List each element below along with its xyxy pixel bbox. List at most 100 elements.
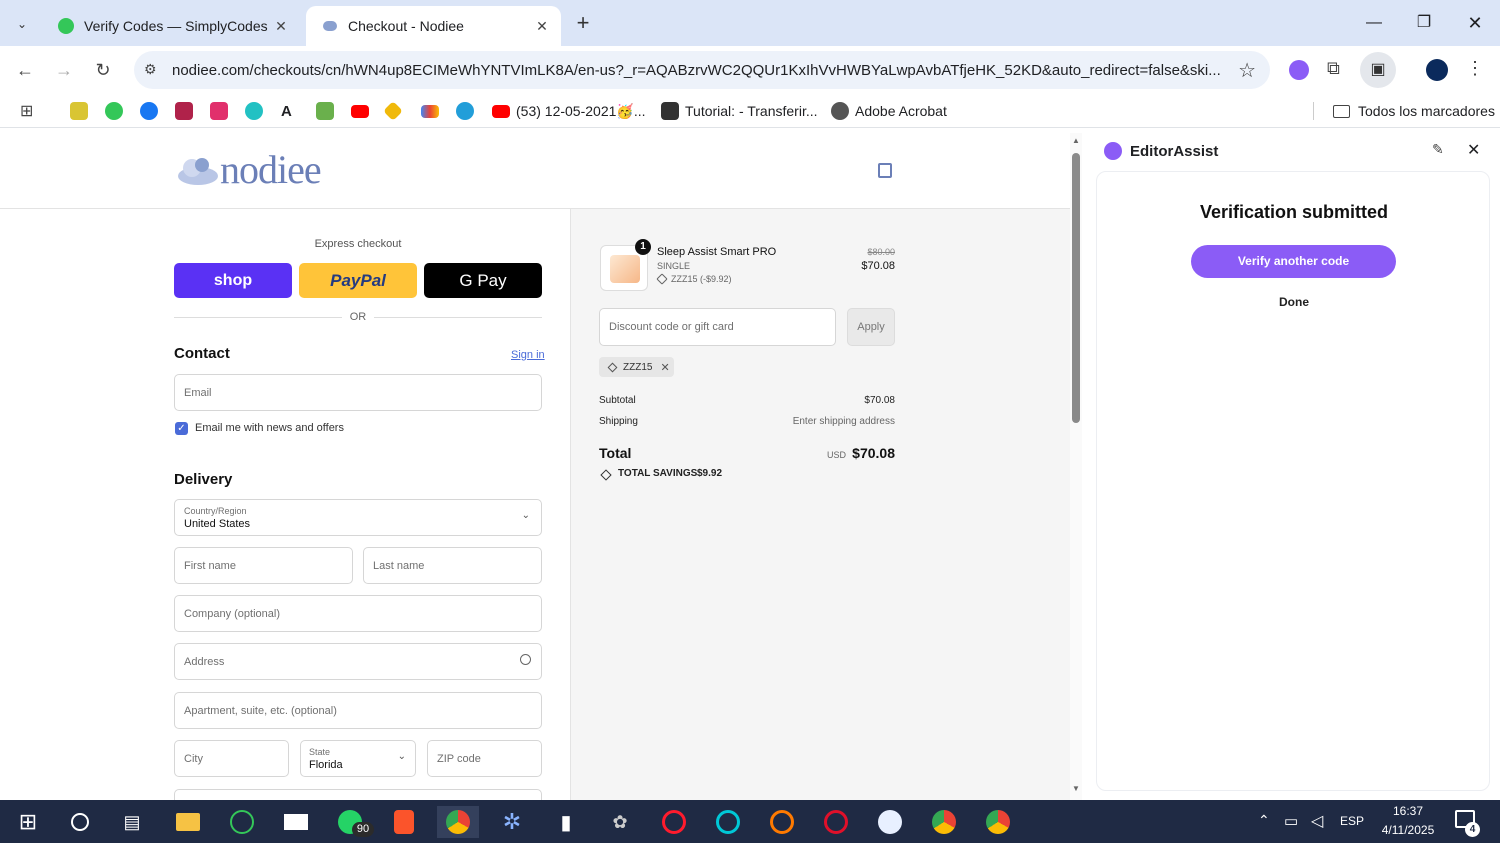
reload-button[interactable]: ↻ (89, 56, 117, 84)
opera-red-icon[interactable] (820, 806, 852, 838)
zip-field[interactable]: ZIP code (427, 740, 542, 777)
close-tab-icon[interactable]: ✕ (272, 17, 290, 35)
bookmark-10-icon (383, 101, 403, 121)
chevron-down-icon: ⌄ (397, 751, 406, 762)
subtotal-label: Subtotal (599, 395, 636, 406)
all-bookmarks[interactable]: Todos los marcadores (1333, 101, 1495, 121)
volume-icon[interactable]: ◁ (1311, 811, 1323, 831)
menu-icon[interactable]: ⋮ (1466, 58, 1484, 79)
restore-button[interactable]: ❐ (1401, 8, 1447, 38)
apartment-field[interactable]: Apartment, suite, etc. (optional) (174, 692, 542, 729)
bookmark-tutorial[interactable]: Tutorial: - Transferir... (661, 101, 818, 121)
search-icon[interactable] (64, 806, 96, 838)
cart-icon[interactable] (878, 163, 892, 178)
chrome-icon[interactable] (437, 806, 479, 838)
chrome-profile-2-icon[interactable] (982, 806, 1014, 838)
minimize-button[interactable]: — (1351, 8, 1397, 38)
bookmark-telegram[interactable] (456, 101, 474, 121)
apply-button[interactable]: Apply (847, 308, 895, 346)
app-snowflake-icon[interactable]: ✲ (496, 806, 528, 838)
globe-icon (831, 102, 849, 120)
tab-checkout[interactable]: Checkout - Nodiee ✕ (306, 6, 561, 46)
opera-gx-icon[interactable] (712, 806, 744, 838)
country-select[interactable]: Country/Region United States ⌄ (174, 499, 542, 536)
app-chart-icon[interactable]: ▮ (550, 806, 582, 838)
savings-tag-icon (600, 469, 612, 481)
shop-pay-button[interactable]: shop (174, 263, 292, 298)
newsletter-checkbox[interactable]: ✓ (175, 422, 188, 435)
tab-simplycodes[interactable]: Verify Codes — SimplyCodes ✕ (42, 6, 300, 46)
bookmark-star-icon[interactable]: ☆ (1238, 58, 1256, 83)
company-field[interactable]: Company (optional) (174, 595, 542, 632)
last-name-field[interactable]: Last name (363, 547, 542, 584)
show-hidden-icons[interactable]: ⌃ (1258, 812, 1270, 829)
bookmark-6[interactable] (245, 101, 263, 121)
sign-in-link[interactable]: Sign in (511, 349, 545, 361)
opera-icon[interactable] (658, 806, 690, 838)
close-tab-icon[interactable]: ✕ (533, 17, 551, 35)
clock-time[interactable]: 16:37 (1378, 804, 1438, 818)
bookmark-10[interactable] (383, 101, 403, 121)
scroll-up-arrow[interactable]: ▲ (1072, 136, 1080, 145)
remove-code-icon[interactable]: ✕ (660, 361, 669, 374)
bookmark-1[interactable] (70, 101, 88, 121)
google-pay-button[interactable]: G Pay (424, 263, 542, 298)
done-button[interactable]: Done (1244, 295, 1344, 309)
task-view-icon[interactable]: ▤ (116, 806, 148, 838)
address-field[interactable]: Address (174, 643, 542, 680)
email-field[interactable]: Email (174, 374, 542, 411)
bookmark-2[interactable] (105, 101, 123, 121)
windows-taskbar: ⊞ ▤ 90 ✲ ▮ ✿ ⌃ ▭ ◁ ESP 16:37 4/11/2025 4 (0, 800, 1500, 843)
phone-field[interactable] (174, 789, 542, 800)
site-info-icon[interactable]: ⚙ (144, 61, 157, 78)
unpin-icon[interactable]: ✎ (1432, 141, 1444, 158)
file-explorer-icon[interactable] (172, 806, 204, 838)
editorassist-extension-icon[interactable] (1289, 60, 1309, 80)
logo-text: nodiee (220, 146, 322, 192)
profile-avatar[interactable] (1426, 59, 1448, 81)
bookmark-8[interactable] (316, 101, 334, 121)
brave-icon[interactable] (388, 806, 420, 838)
verify-another-code-button[interactable]: Verify another code (1191, 245, 1396, 278)
address-bar[interactable]: ⚙ nodiee.com/checkouts/cn/hWN4up8ECIMeWh… (134, 51, 1270, 89)
bookmark-adobe[interactable]: Adobe Acrobat (831, 101, 947, 121)
app-paw-icon[interactable]: ✿ (604, 806, 636, 838)
opera-orange-icon[interactable] (766, 806, 798, 838)
scroll-down-arrow[interactable]: ▼ (1072, 784, 1080, 793)
bookmark-gmail[interactable] (421, 101, 439, 121)
bookmark-4[interactable] (175, 101, 193, 121)
chrome-profile-n-icon[interactable] (928, 806, 960, 838)
bookmark-youtube-video[interactable]: (53) 12-05-2021🥳... (492, 101, 646, 121)
network-icon[interactable]: ▭ (1284, 812, 1298, 830)
cloud-logo-icon (178, 158, 218, 185)
mail-icon[interactable] (280, 806, 312, 838)
state-select[interactable]: State Florida ⌄ (300, 740, 416, 777)
paypal-button[interactable]: PayPal (299, 263, 417, 298)
apps-icon[interactable]: ⊞ (20, 101, 33, 121)
language-indicator[interactable]: ESP (1340, 814, 1364, 828)
bookmark-youtube[interactable] (351, 101, 369, 121)
city-field[interactable]: City (174, 740, 289, 777)
tag-icon (656, 273, 668, 285)
bookmark-2-icon (105, 102, 123, 120)
nodiee-logo[interactable]: nodiee (176, 146, 322, 192)
new-tab-button[interactable]: + (570, 10, 596, 36)
bookmark-7[interactable]: A (281, 101, 292, 121)
back-button[interactable]: ← (11, 56, 39, 84)
close-window-button[interactable]: ✕ (1452, 8, 1498, 38)
extensions-icon[interactable]: ⧉ (1327, 58, 1349, 80)
side-panel-toggle-icon[interactable]: ▣ (1360, 52, 1396, 88)
forward-button[interactable]: → (50, 56, 78, 84)
scroll-thumb[interactable] (1072, 153, 1080, 423)
tab-search-button[interactable]: ⌄ (8, 10, 36, 38)
bookmark-instagram[interactable] (210, 101, 228, 121)
close-side-panel-icon[interactable]: ✕ (1467, 140, 1480, 160)
clock-date[interactable]: 4/11/2025 (1372, 823, 1444, 837)
first-name-field[interactable]: First name (174, 547, 353, 584)
start-button[interactable]: ⊞ (12, 806, 44, 838)
discount-field[interactable]: Discount code or gift card (599, 308, 836, 346)
bookmark-facebook[interactable] (140, 101, 158, 121)
clock-app-icon[interactable] (874, 806, 906, 838)
app-green-u-icon[interactable] (226, 806, 258, 838)
page-scrollbar[interactable]: ▲ ▼ (1070, 133, 1082, 800)
